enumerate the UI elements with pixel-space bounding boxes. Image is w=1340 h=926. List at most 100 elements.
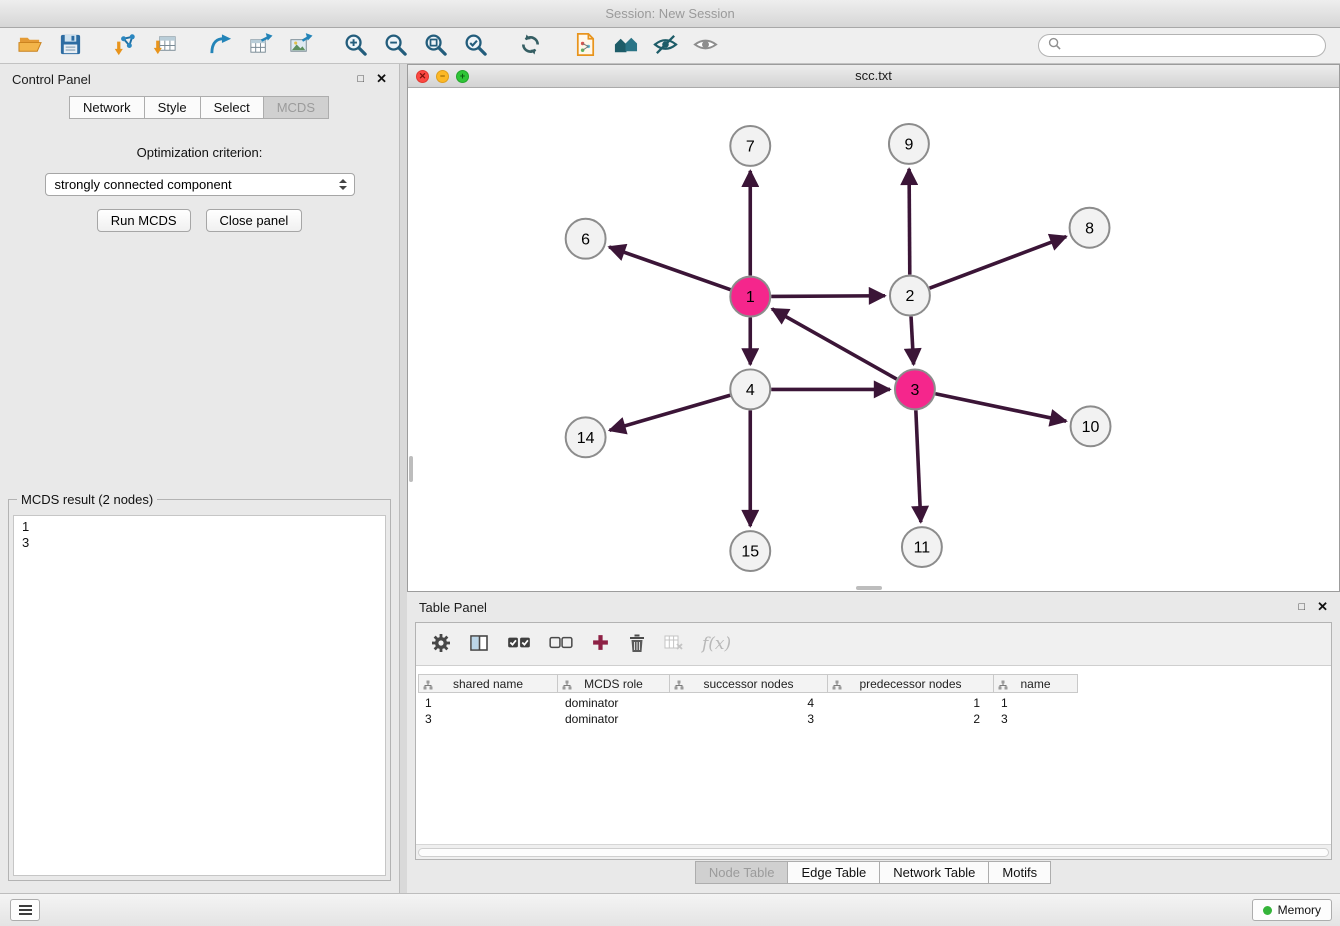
add-row-button[interactable]	[591, 633, 610, 655]
column-header-successor-nodes[interactable]: successor nodes	[670, 674, 828, 693]
table-cell[interactable]: 1	[994, 696, 1078, 710]
export-network-button[interactable]	[200, 30, 240, 61]
table-cell[interactable]: 3	[670, 712, 828, 726]
select-all-button[interactable]	[507, 636, 531, 652]
graph-node[interactable]: 14	[566, 417, 606, 457]
tab-select[interactable]: Select	[200, 96, 264, 119]
table-cell[interactable]: 3	[418, 712, 558, 726]
table-cell[interactable]: dominator	[558, 712, 670, 726]
import-table-button[interactable]	[145, 30, 185, 61]
table-header-row: shared nameMCDS rolesuccessor nodesprede…	[418, 674, 1331, 693]
mcds-result-list[interactable]: 13	[13, 515, 386, 876]
column-header-mcds-role[interactable]: MCDS role	[558, 674, 670, 693]
graph-edge[interactable]	[609, 247, 730, 290]
import-table-icon	[153, 32, 178, 60]
current-style-button[interactable]	[565, 30, 605, 61]
column-type-icon	[674, 679, 684, 693]
deselect-all-button[interactable]	[549, 636, 573, 652]
column-header-name[interactable]: name	[994, 674, 1078, 693]
close-panel-button[interactable]: Close panel	[206, 209, 303, 232]
graph-node[interactable]: 8	[1070, 208, 1110, 248]
horizontal-scrollbar[interactable]	[856, 586, 882, 590]
show-columns-button[interactable]	[469, 633, 489, 656]
close-window-icon[interactable]: ✕	[416, 70, 429, 83]
column-header-predecessor-nodes[interactable]: predecessor nodes	[828, 674, 994, 693]
tab-network-table[interactable]: Network Table	[879, 861, 989, 884]
criterion-dropdown[interactable]: strongly connected component	[45, 173, 355, 196]
close-icon[interactable]: ✕	[376, 71, 387, 87]
graph-node[interactable]: 1	[730, 277, 770, 317]
table-cell[interactable]: 2	[828, 712, 994, 726]
task-history-button[interactable]	[10, 899, 40, 921]
run-mcds-button[interactable]: Run MCDS	[97, 209, 191, 232]
tab-network[interactable]: Network	[69, 96, 145, 119]
tab-mcds[interactable]: MCDS	[263, 96, 329, 119]
graph-node[interactable]: 6	[566, 219, 606, 259]
maximize-window-icon[interactable]: +	[456, 70, 469, 83]
search-input[interactable]	[1067, 38, 1316, 53]
minimize-window-icon[interactable]: −	[436, 70, 449, 83]
graph-node[interactable]: 7	[730, 126, 770, 166]
export-table-button[interactable]	[240, 30, 280, 61]
column-header-shared-name[interactable]: shared name	[418, 674, 558, 693]
tab-edge-table[interactable]: Edge Table	[787, 861, 880, 884]
graph-node[interactable]: 9	[889, 124, 929, 164]
mcds-result-line: 3	[22, 535, 377, 551]
graph-node[interactable]: 3	[895, 369, 935, 409]
apply-layout-button[interactable]	[510, 30, 550, 61]
zoom-selected-button[interactable]	[455, 30, 495, 61]
graph-node[interactable]: 10	[1071, 406, 1111, 446]
network-window-title: scc.txt	[855, 68, 892, 83]
network-canvas[interactable]: 7 9 6 8 1 2 4 3 14 10 15 11	[408, 88, 1339, 591]
save-session-button[interactable]	[50, 30, 90, 61]
graph-edge[interactable]	[930, 237, 1067, 289]
table-cell[interactable]: 3	[994, 712, 1078, 726]
network-graph[interactable]: 7 9 6 8 1 2 4 3 14 10 15 11	[408, 88, 1339, 591]
table-horizontal-scrollbar[interactable]	[416, 844, 1331, 859]
graph-node[interactable]: 11	[902, 527, 942, 567]
tab-style[interactable]: Style	[144, 96, 201, 119]
graph-node[interactable]: 4	[730, 369, 770, 409]
open-session-button[interactable]	[10, 30, 50, 61]
tab-motifs[interactable]: Motifs	[988, 861, 1051, 884]
graph-edge[interactable]	[911, 317, 914, 365]
table-cell[interactable]: 1	[418, 696, 558, 710]
zoom-fit-icon	[423, 32, 448, 60]
optimization-label: Optimization criterion:	[0, 145, 399, 160]
table-panel: Table Panel □ ✕	[407, 592, 1340, 893]
zoom-out-icon	[383, 32, 408, 60]
table-cell[interactable]: 4	[670, 696, 828, 710]
show-details-button[interactable]	[685, 30, 725, 61]
search-box[interactable]	[1038, 34, 1326, 57]
network-window-titlebar[interactable]: ✕ − + scc.txt	[408, 65, 1339, 88]
memory-button[interactable]: Memory	[1252, 899, 1332, 921]
hide-details-button[interactable]	[645, 30, 685, 61]
table-cell[interactable]: dominator	[558, 696, 670, 710]
graph-node[interactable]: 15	[730, 531, 770, 571]
export-image-button[interactable]	[280, 30, 320, 61]
float-icon[interactable]: □	[1298, 601, 1305, 613]
table-settings-button[interactable]	[431, 633, 451, 656]
zoom-fit-button[interactable]	[415, 30, 455, 61]
tab-node-table[interactable]: Node Table	[695, 861, 789, 884]
graph-edge[interactable]	[771, 296, 885, 297]
close-icon[interactable]: ✕	[1317, 599, 1328, 615]
table-cell[interactable]: 1	[828, 696, 994, 710]
window-titlebar: Session: New Session	[0, 0, 1340, 28]
graph-edge[interactable]	[935, 394, 1066, 421]
svg-text:10: 10	[1082, 419, 1100, 436]
import-network-button[interactable]	[105, 30, 145, 61]
vertical-scrollbar[interactable]	[409, 456, 413, 482]
float-icon[interactable]: □	[357, 73, 364, 85]
delete-row-button[interactable]	[628, 633, 646, 656]
zoom-in-button[interactable]	[335, 30, 375, 61]
graph-edge[interactable]	[916, 410, 921, 522]
graph-edge[interactable]	[772, 309, 897, 379]
zoom-out-button[interactable]	[375, 30, 415, 61]
graph-edge[interactable]	[610, 395, 731, 430]
graph-node[interactable]: 2	[890, 276, 930, 316]
refresh-icon	[518, 32, 543, 60]
graph-edge[interactable]	[909, 169, 910, 275]
gear-icon	[431, 633, 451, 656]
houses-button[interactable]	[605, 30, 645, 61]
